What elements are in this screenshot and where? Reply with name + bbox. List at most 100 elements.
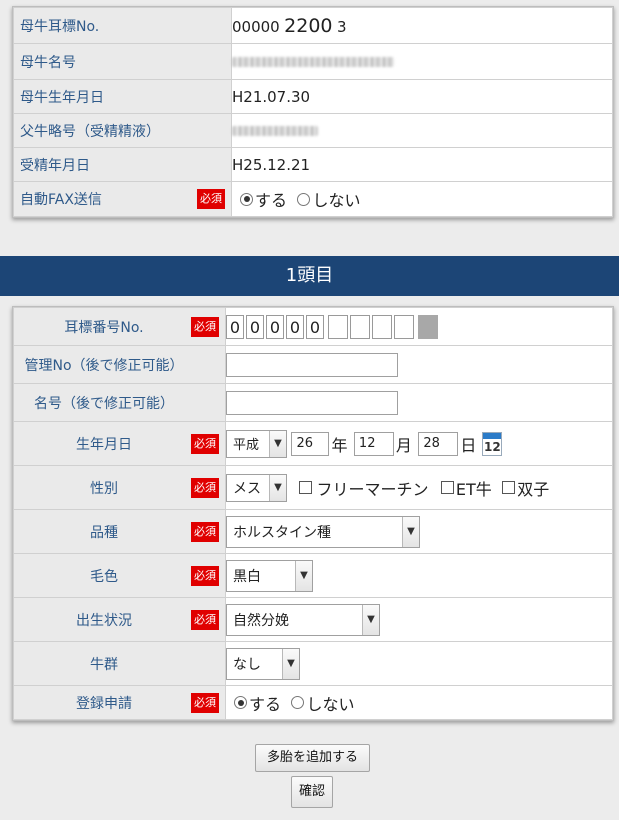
chevron-down-icon: ▼ — [402, 516, 419, 547]
ear-tag-prefix: 00000 — [232, 17, 280, 36]
mother-ear-tag-label: 母牛耳標No. — [20, 18, 100, 35]
mgmt-no-label: 管理No（後で修正可能） — [24, 357, 184, 374]
calf-name-row: 名号（後で修正可能） — [13, 383, 613, 422]
required-badge: 必須 — [191, 609, 219, 630]
calf-name-input[interactable] — [226, 390, 398, 415]
herd-label: 牛群 — [90, 656, 118, 673]
required-badge: 必須 — [191, 477, 219, 498]
mother-name-label: 母牛名号 — [20, 54, 76, 71]
fax-label: 自動FAX送信 — [20, 192, 102, 208]
ear-tag-digits: 00000 — [225, 307, 613, 346]
insemination-row: 受精年月日 H25.12.21 — [13, 147, 613, 182]
birth-date-row: 生年月日 必須 平成 ▼ 26 年 12 月 28 日 12 — [13, 421, 613, 466]
herd-select[interactable]: なし ▼ — [226, 647, 300, 680]
mother-birth-label: 母牛生年月日 — [20, 89, 104, 106]
ear-tag-main: 2200 — [284, 14, 333, 37]
breed-select[interactable]: ホルスタイン種 ▼ — [226, 515, 420, 548]
required-badge: 必須 — [191, 433, 219, 454]
mother-name-redacted — [232, 56, 394, 67]
father-redacted — [232, 125, 318, 136]
birth-status-row: 出生状況 必須 自然分娩 ▼ — [13, 597, 613, 642]
mother-birth-row: 母牛生年月日 H21.07.30 — [13, 79, 613, 114]
year-unit: 年 — [331, 435, 348, 455]
calf-name-label: 名号（後で修正可能） — [34, 395, 174, 412]
registration-no-label[interactable]: しない — [306, 695, 354, 714]
chevron-down-icon: ▼ — [269, 430, 286, 457]
ear-tag-digit-9[interactable] — [394, 314, 414, 339]
color-row: 毛色 必須 黒白 ▼ — [13, 553, 613, 598]
et-label: ET牛 — [455, 479, 492, 499]
required-badge: 必須 — [191, 565, 219, 586]
mother-birth-value: H21.07.30 — [231, 79, 613, 114]
month-unit: 月 — [395, 435, 412, 455]
twin-checkbox[interactable] — [502, 481, 516, 494]
mgmt-no-input[interactable] — [226, 352, 398, 377]
calf-info-panel: 耳標番号No. 必須 00000 管理No（後で修正可能） 名号（後で修正可能）… — [12, 306, 614, 721]
fax-yes-radio[interactable] — [240, 192, 253, 206]
era-value: 平成 — [233, 438, 260, 453]
ear-tag-digit-2[interactable]: 0 — [246, 314, 264, 339]
father-label: 父牛略号（受精精液） — [20, 123, 160, 140]
ear-tag-digit-10[interactable] — [418, 314, 438, 339]
et-checkbox[interactable] — [440, 481, 454, 494]
chevron-down-icon: ▼ — [269, 474, 286, 501]
registration-yes-radio[interactable] — [234, 696, 247, 709]
ear-tag-digit-7[interactable] — [350, 314, 370, 339]
mother-ear-tag-value: 00000 2200 3 — [231, 7, 613, 44]
father-row: 父牛略号（受精精液） — [13, 113, 613, 148]
registration-row: 登録申請 必須 する しない — [13, 685, 613, 720]
breed-row: 品種 必須 ホルスタイン種 ▼ — [13, 509, 613, 554]
mother-info-panel: 母牛耳標No. 00000 2200 3 母牛名号 母牛生年月日 H21.07.… — [12, 6, 614, 218]
chevron-down-icon: ▼ — [362, 604, 379, 635]
birth-year-input[interactable]: 26 — [291, 431, 330, 456]
ear-tag-digit-4[interactable]: 0 — [286, 314, 304, 339]
color-label: 毛色 — [90, 568, 118, 585]
birth-status-select[interactable]: 自然分娩 ▼ — [226, 603, 380, 636]
fax-yes-label[interactable]: する — [255, 191, 287, 210]
birth-day-input[interactable]: 28 — [418, 431, 459, 456]
mother-ear-tag-row: 母牛耳標No. 00000 2200 3 — [13, 7, 613, 44]
ear-tag-digit-5[interactable]: 0 — [306, 314, 324, 339]
breed-label: 品種 — [90, 524, 118, 541]
mother-name-row: 母牛名号 — [13, 43, 613, 80]
color-value: 黒白 — [233, 568, 261, 585]
era-select[interactable]: 平成 ▼ — [226, 429, 287, 458]
herd-row: 牛群 なし ▼ — [13, 641, 613, 686]
insemination-value: H25.12.21 — [231, 147, 613, 182]
twin-label: 双子 — [517, 479, 550, 499]
sex-row: 性別 必須 メス ▼ フリーマーチン ET牛 双子 — [13, 465, 613, 510]
required-badge: 必須 — [191, 521, 219, 542]
calf-ear-tag-label: 耳標番号No. — [64, 319, 144, 336]
sex-value: メス — [233, 480, 261, 497]
chevron-down-icon: ▼ — [282, 648, 299, 679]
confirm-button[interactable]: 確認 — [291, 776, 333, 808]
calf-ear-tag-row: 耳標番号No. 必須 00000 — [13, 307, 613, 346]
sex-label: 性別 — [90, 480, 118, 497]
add-multiple-birth-button[interactable]: 多胎を追加する — [255, 744, 370, 772]
required-badge: 必須 — [191, 692, 219, 713]
sex-select[interactable]: メス ▼ — [226, 473, 287, 502]
registration-no-radio[interactable] — [291, 696, 305, 709]
chevron-down-icon: ▼ — [295, 560, 312, 591]
ear-tag-digit-3[interactable]: 0 — [266, 314, 284, 339]
registration-yes-label[interactable]: する — [249, 695, 281, 714]
birth-status-label: 出生状況 — [76, 612, 132, 629]
birth-status-value: 自然分娩 — [233, 612, 289, 629]
insemination-label: 受精年月日 — [20, 157, 90, 174]
fax-row: 自動FAX送信 必須 する しない — [13, 181, 613, 217]
breed-value: ホルスタイン種 — [233, 524, 331, 541]
ear-tag-digit-8[interactable] — [372, 314, 392, 339]
free-martin-label: フリーマーチン — [316, 479, 429, 499]
ear-tag-digit-6[interactable] — [328, 314, 348, 339]
ear-tag-suffix: 3 — [336, 17, 347, 36]
registration-label: 登録申請 — [76, 695, 132, 712]
color-select[interactable]: 黒白 ▼ — [226, 559, 313, 592]
fax-no-label[interactable]: しない — [312, 191, 360, 210]
section-title: 1頭目 — [0, 256, 619, 296]
birth-month-input[interactable]: 12 — [353, 431, 394, 456]
fax-no-radio[interactable] — [297, 192, 311, 206]
ear-tag-digit-1[interactable]: 0 — [226, 314, 244, 339]
free-martin-checkbox[interactable] — [299, 481, 313, 494]
calendar-icon[interactable]: 12 — [482, 431, 503, 456]
required-badge: 必須 — [191, 316, 219, 337]
